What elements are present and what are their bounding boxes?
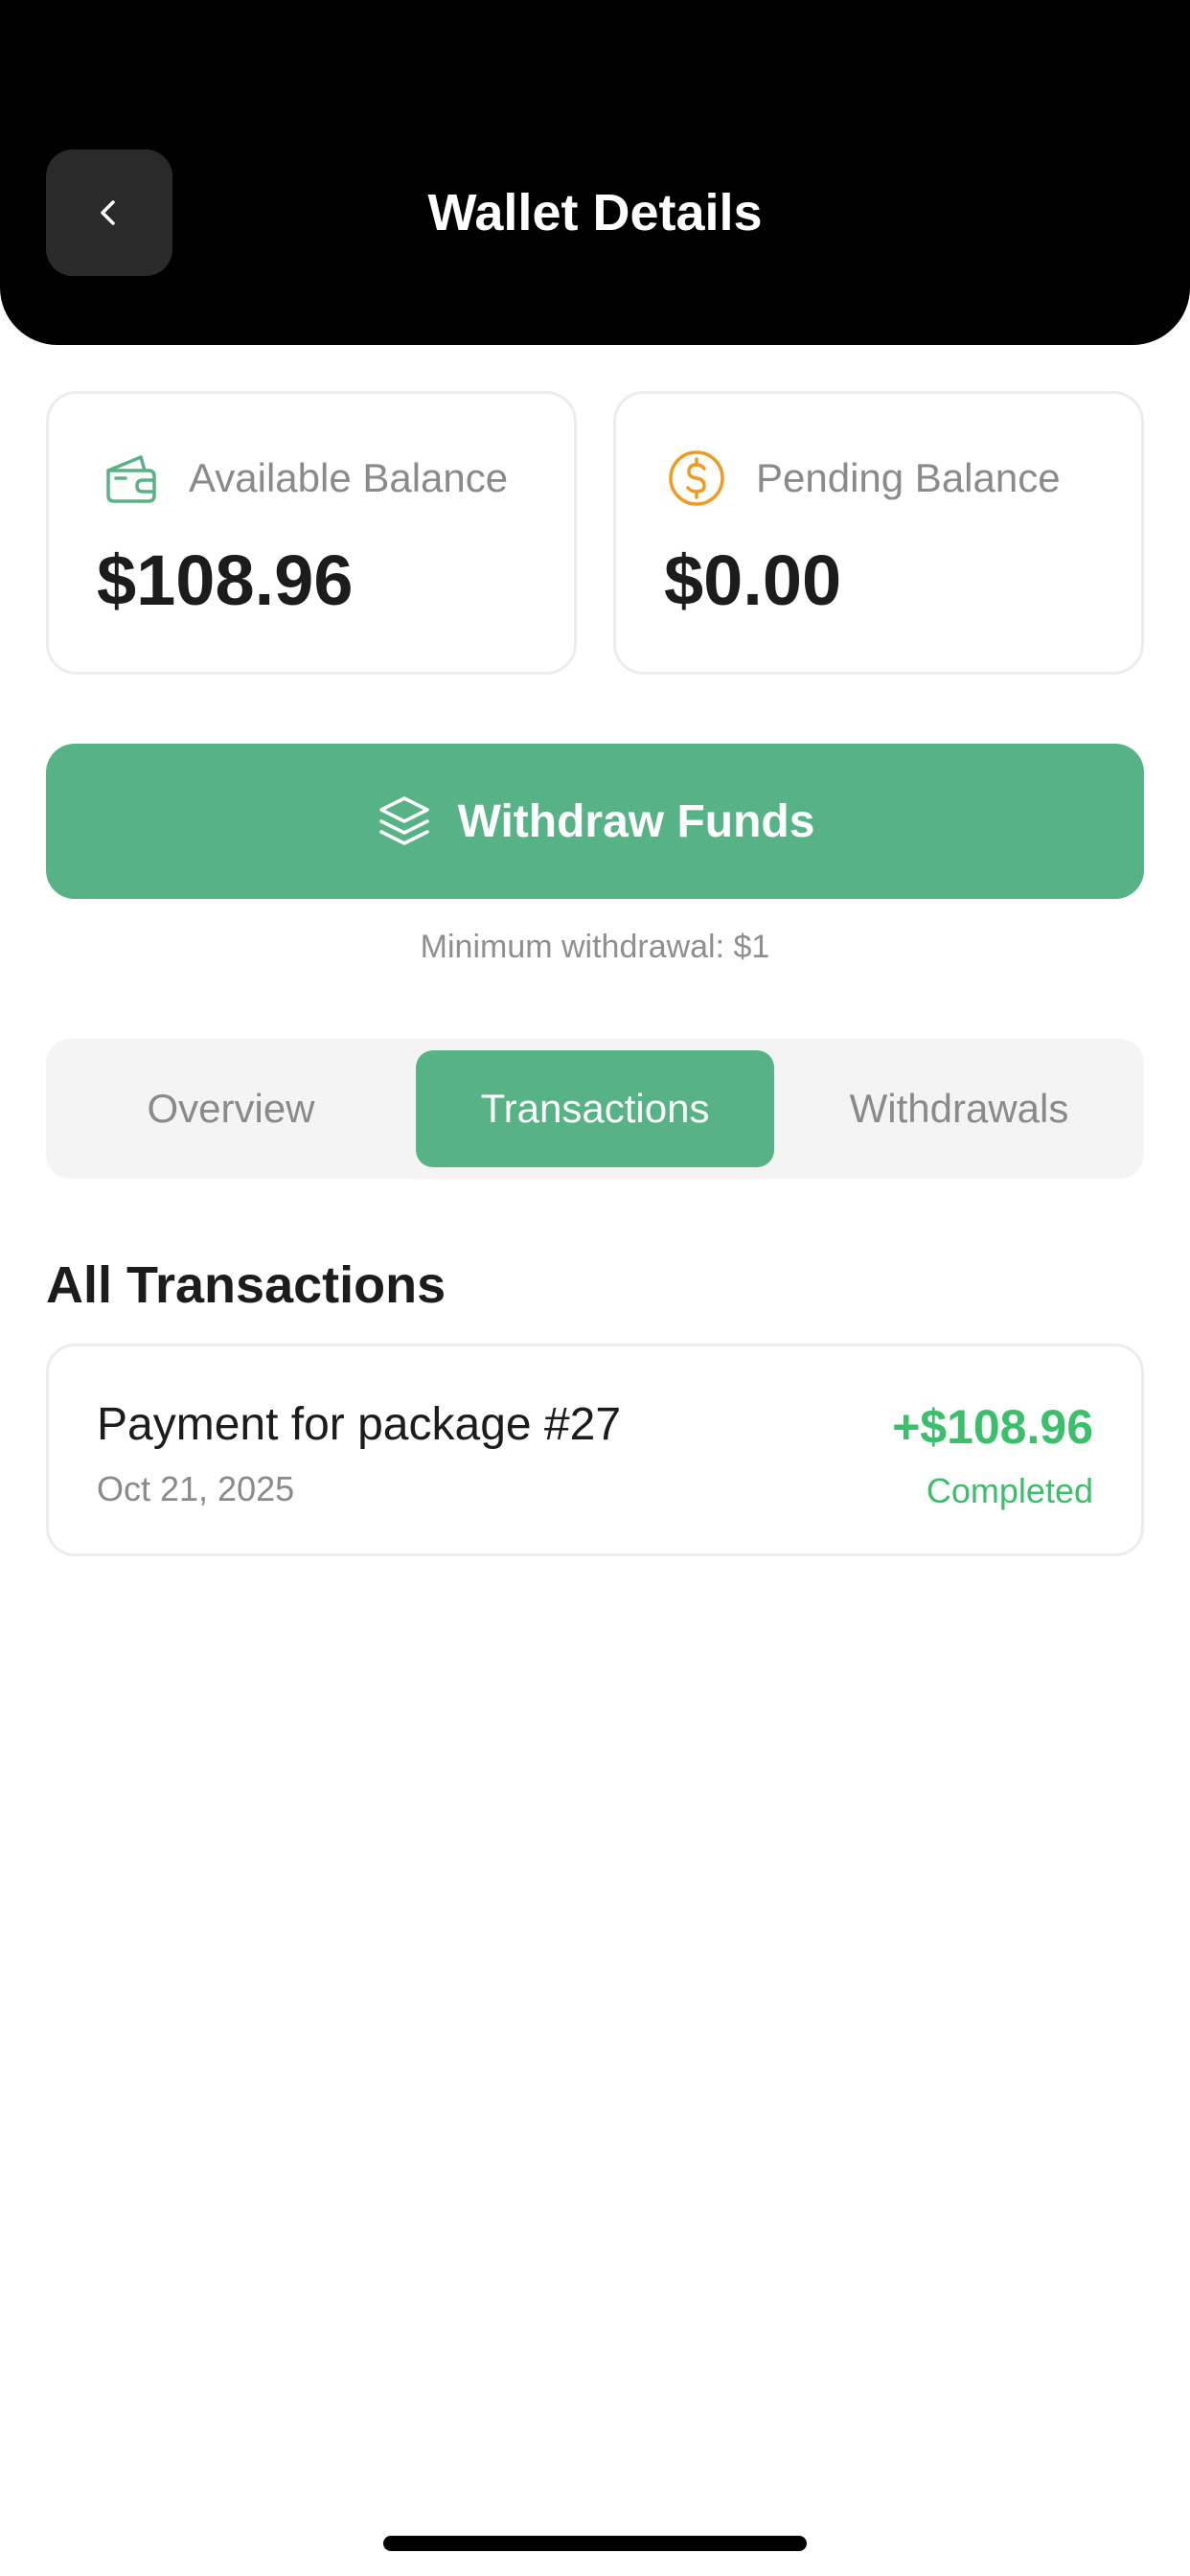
page-title: Wallet Details xyxy=(427,184,763,242)
available-balance-label: Available Balance xyxy=(189,455,509,500)
pending-balance-card: Pending Balance $0.00 xyxy=(613,391,1144,675)
transaction-amount: +$108.96 xyxy=(892,1400,1093,1454)
transaction-status: Completed xyxy=(926,1471,1093,1510)
tab-overview[interactable]: Overview xyxy=(57,1050,404,1167)
header: Wallet Details xyxy=(0,0,1190,345)
withdraw-funds-label: Withdraw Funds xyxy=(457,795,815,847)
tab-bar: Overview Transactions Withdrawals xyxy=(46,1039,1144,1179)
section-title: All Transactions xyxy=(46,1256,446,1314)
pending-balance-label: Pending Balance xyxy=(756,455,1061,500)
tab-transactions[interactable]: Transactions xyxy=(416,1050,774,1167)
transaction-title: Payment for package #27 xyxy=(97,1399,622,1450)
layers-icon xyxy=(378,796,429,845)
transaction-row[interactable]: Payment for package #27 Oct 21, 2025 +$1… xyxy=(46,1344,1144,1556)
available-balance-value: $108.96 xyxy=(97,540,354,620)
tab-withdrawals[interactable]: Withdrawals xyxy=(786,1050,1133,1167)
transaction-date: Oct 21, 2025 xyxy=(97,1469,295,1508)
minimum-withdrawal-note: Minimum withdrawal: $1 xyxy=(420,929,770,965)
wallet-icon xyxy=(106,455,156,503)
home-indicator xyxy=(383,2536,807,2551)
available-balance-card: Available Balance $108.96 xyxy=(46,391,577,675)
pending-balance-value: $0.00 xyxy=(664,540,842,620)
wallet-details-screen: Wallet Details Available Balance $108.96… xyxy=(0,0,1190,2576)
withdraw-funds-button[interactable]: Withdraw Funds xyxy=(46,744,1144,899)
dollar-circle-icon xyxy=(669,450,724,506)
